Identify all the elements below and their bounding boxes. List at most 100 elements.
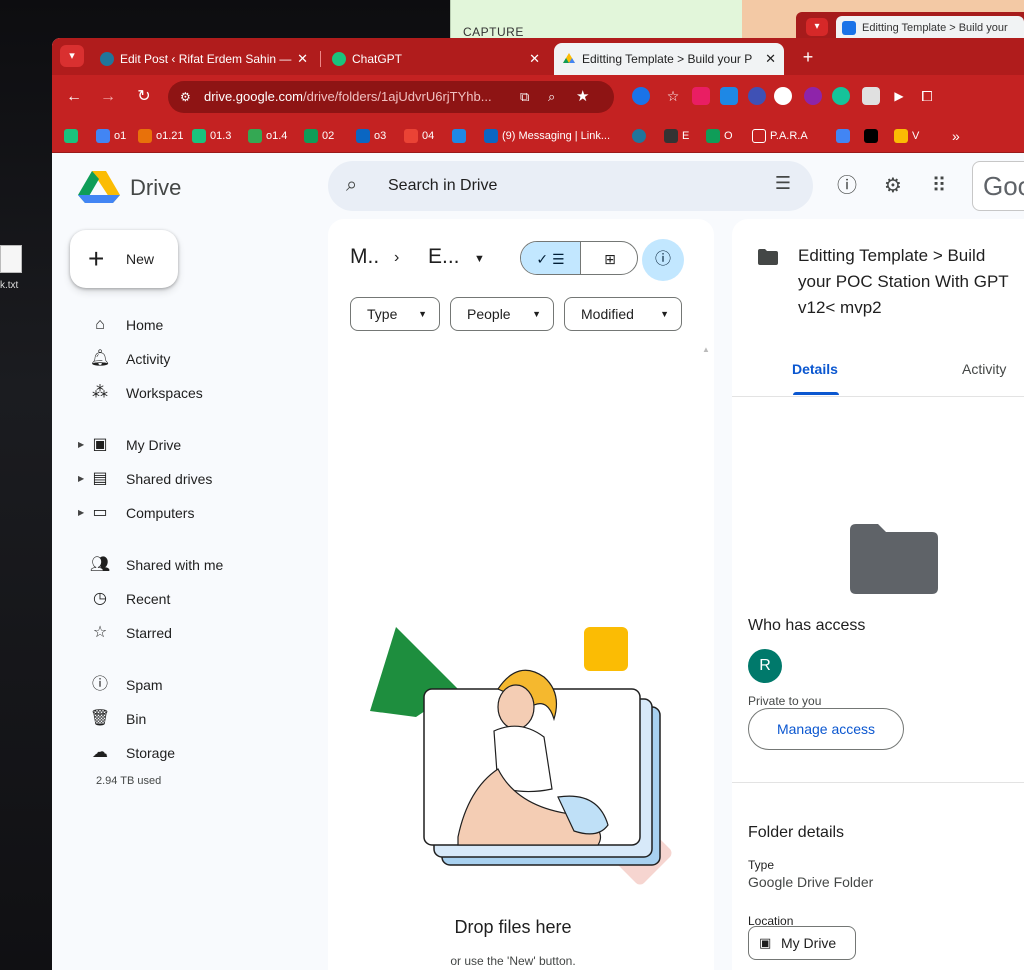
close-tab-icon[interactable]: ✕ xyxy=(297,43,308,75)
nav-recent[interactable]: ◷ Recent xyxy=(76,585,326,613)
avatar[interactable]: R xyxy=(748,649,782,683)
drive-app: Drive ⌕ ☰ ⓘ ⚙ ⠿ Goo + New ⌂Home 🔔︎Activi… xyxy=(52,153,1024,970)
nav-storage[interactable]: ☁ Storage xyxy=(76,739,326,767)
extension-icon[interactable] xyxy=(748,87,766,105)
bookmark-item[interactable]: 04 xyxy=(404,127,434,145)
tab-google-drive[interactable]: Editting Template > Build your P ✕ xyxy=(554,43,784,75)
nav-activity[interactable]: 🔔︎ Activity xyxy=(76,345,326,373)
reload-icon[interactable]: ↻ xyxy=(132,85,156,109)
expand-caret-icon[interactable]: ▶ xyxy=(78,499,84,527)
list-view-button[interactable]: ✓ ☰ xyxy=(521,242,581,274)
breadcrumb-current[interactable]: E... xyxy=(428,245,460,269)
google-drive-logo[interactable] xyxy=(78,169,120,205)
nav-bin[interactable]: 🗑︎ Bin xyxy=(76,705,326,733)
filter-people[interactable]: People ▼ xyxy=(450,297,554,331)
bookmarks-overflow-button[interactable]: » xyxy=(952,127,960,145)
bookmark-item[interactable] xyxy=(836,127,854,145)
extension-icon[interactable] xyxy=(692,87,710,105)
bookmark-folder[interactable]: P.A.R.A xyxy=(752,127,808,145)
chevron-down-icon: ▼ xyxy=(532,309,541,319)
bookmark-item[interactable]: o1.21 xyxy=(138,127,184,145)
bookmark-item[interactable] xyxy=(864,127,882,145)
nav-my-drive[interactable]: ▶ ▣ My Drive xyxy=(76,431,326,459)
bookmark-item[interactable]: 01.3 xyxy=(192,127,231,145)
drive-brand[interactable]: Drive xyxy=(130,175,181,201)
apps-grid-icon[interactable]: ⠿ xyxy=(926,173,952,199)
close-tab-icon[interactable]: ✕ xyxy=(765,43,776,75)
expand-caret-icon[interactable]: ▶ xyxy=(78,431,84,459)
background-browser-window[interactable]: ▾ Editting Template > Build your xyxy=(796,12,1024,40)
nav-spam[interactable]: ⓘ Spam xyxy=(76,671,326,699)
bookmark-item[interactable] xyxy=(632,127,650,145)
nav-computers[interactable]: ▶ ▭ Computers xyxy=(76,499,326,527)
nav-shared-with-me[interactable]: 👥︎ Shared with me xyxy=(76,551,326,579)
grid-view-button[interactable]: ⊞ xyxy=(581,242,637,274)
bookmark-item[interactable]: o1.4 xyxy=(248,127,287,145)
manage-access-button[interactable]: Manage access xyxy=(748,708,904,750)
expand-caret-icon[interactable]: ▶ xyxy=(78,465,84,493)
bookmark-item[interactable] xyxy=(64,127,82,145)
search-icon[interactable]: ⌕ xyxy=(346,174,357,197)
tab-wordpress[interactable]: Edit Post ‹ Rifat Erdem Sahin — ✕ xyxy=(92,43,316,75)
bookmark-item[interactable] xyxy=(452,127,470,145)
bookmark-item[interactable]: 02 xyxy=(304,127,334,145)
new-button[interactable]: + New xyxy=(70,230,178,288)
filter-modified[interactable]: Modified ▼ xyxy=(564,297,682,331)
tab-search-button[interactable]: ▾ xyxy=(60,45,84,67)
google-account-button[interactable]: Goo xyxy=(972,161,1024,211)
forward-arrow-icon[interactable]: → xyxy=(96,85,120,109)
folder-menu-caret-icon[interactable]: ▼ xyxy=(474,253,485,265)
wordpress-icon xyxy=(632,129,646,143)
close-tab-icon[interactable]: ✕ xyxy=(529,43,540,75)
extension-icon[interactable] xyxy=(804,87,822,105)
bookmark-item[interactable]: o1 xyxy=(96,127,126,145)
bookmark-item[interactable]: (9) Messaging | Link... xyxy=(484,127,610,145)
filter-type[interactable]: Type ▼ xyxy=(350,297,440,331)
bookmark-item[interactable]: O xyxy=(706,127,733,145)
open-in-new-icon[interactable]: ⧉ xyxy=(520,81,529,113)
bookmark-item[interactable]: E xyxy=(664,127,689,145)
extension-icon[interactable] xyxy=(862,87,880,105)
bookmark-item[interactable]: o3 xyxy=(356,127,386,145)
nav-home[interactable]: ⌂ Home xyxy=(76,311,326,339)
breadcrumb-parent[interactable]: M.. xyxy=(350,245,379,269)
desktop-file-icon[interactable] xyxy=(0,245,22,273)
new-tab-button[interactable]: + xyxy=(794,43,822,71)
nav-shared-drives[interactable]: ▶ ▤ Shared drives xyxy=(76,465,326,493)
extension-icon[interactable] xyxy=(720,87,738,105)
zoom-icon[interactable]: ⌕ xyxy=(548,81,555,113)
search-options-icon[interactable]: ☰ xyxy=(775,173,791,194)
chevron-down-icon[interactable]: ▾ xyxy=(806,18,828,36)
back-arrow-icon[interactable]: ← xyxy=(62,85,86,109)
extensions-puzzle-icon[interactable]: ⧠ xyxy=(918,87,936,105)
grammarly-icon[interactable] xyxy=(832,87,850,105)
bookmark-icon xyxy=(138,129,152,143)
extension-icon[interactable] xyxy=(632,87,650,105)
tab-details[interactable]: Details xyxy=(792,361,838,377)
search-bar[interactable]: ⌕ ☰ xyxy=(328,161,813,211)
tab-activity[interactable]: Activity xyxy=(962,361,1006,377)
site-info-icon[interactable]: ⚙ xyxy=(180,81,191,113)
type-value: Google Drive Folder xyxy=(748,874,874,890)
nav-workspaces[interactable]: ⁂ Workspaces xyxy=(76,379,326,407)
extension-star-icon[interactable]: ☆ xyxy=(664,87,682,105)
info-icon[interactable]: ⓘ xyxy=(642,239,684,281)
url-path: /drive/folders/1ajUdvrU6rjTYhb... xyxy=(303,89,492,104)
extension-cursor-icon[interactable]: ▶ xyxy=(890,87,908,105)
tab-chatgpt[interactable]: ChatGPT ✕ xyxy=(324,43,548,75)
gmail-icon xyxy=(404,129,418,143)
extension-icon[interactable] xyxy=(774,87,792,105)
location-chip[interactable]: ▣ My Drive xyxy=(748,926,856,960)
settings-gear-icon[interactable]: ⚙ xyxy=(880,173,906,199)
details-panel: Editting Template > Build your POC Stati… xyxy=(732,219,1024,970)
help-icon[interactable]: ⓘ xyxy=(834,173,860,199)
empty-folder-illustration xyxy=(370,627,672,885)
address-bar[interactable]: ⚙ drive.google.com/drive/folders/1ajUdvr… xyxy=(168,81,614,113)
background-browser-tab[interactable]: Editting Template > Build your xyxy=(836,16,1024,40)
bookmark-icon xyxy=(304,129,318,143)
bookmark-item[interactable]: V xyxy=(894,127,919,145)
bookmark-star-icon[interactable]: ★ xyxy=(576,81,589,113)
search-input[interactable] xyxy=(388,175,748,197)
nav-starred[interactable]: ☆ Starred xyxy=(76,619,326,647)
scroll-up-icon[interactable]: ▲ xyxy=(702,345,710,354)
